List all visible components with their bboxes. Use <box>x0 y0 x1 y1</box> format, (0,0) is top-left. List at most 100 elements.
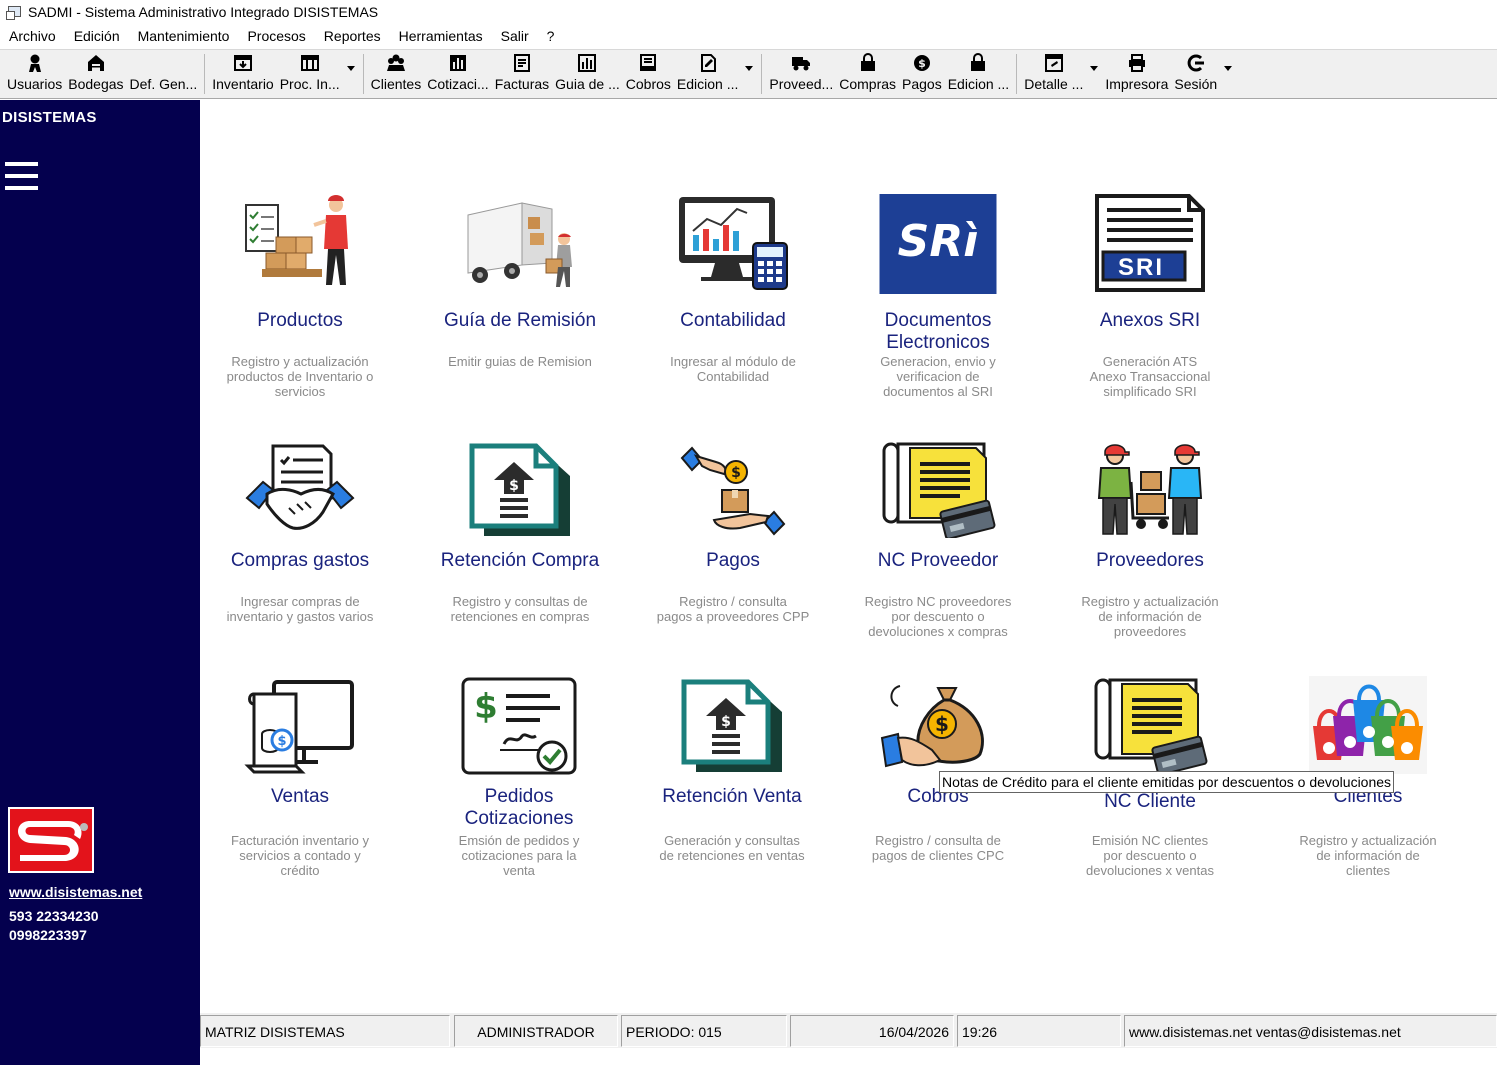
tile-title: Ventas <box>270 786 330 807</box>
tile-desc-line: venta <box>503 863 535 878</box>
tile-pagos[interactable]: $ Pagos Registro / consulta pagos a prov… <box>633 440 833 645</box>
status-fecha: 16/04/2026 <box>790 1015 954 1047</box>
tile-desc-line: Generación y consultas <box>664 833 800 848</box>
delivery-truck-icon <box>467 202 572 287</box>
status-periodo: PERIODO: 015 <box>621 1015 787 1047</box>
chevron-down-icon[interactable] <box>1086 50 1102 98</box>
tile-documentos-electronicos[interactable]: SRì Documentos Electronicos Generacion, … <box>838 190 1038 405</box>
clientes-button[interactable]: Clientes <box>368 50 425 98</box>
tile-contabilidad[interactable]: Contabilidad Ingresar al módulo de Conta… <box>633 190 833 405</box>
tile-title: Guía de Remisión <box>443 310 597 331</box>
tile-desc-line: Generacion, envio y <box>880 354 996 369</box>
cotizaciones-button[interactable]: Cotizaci... <box>424 50 491 98</box>
clients-icon <box>386 54 405 71</box>
edicion-compras-button[interactable]: Edicion ... <box>945 50 1012 98</box>
tile-title: NC Cliente <box>1104 791 1196 812</box>
guia-button[interactable]: Guia de ... <box>552 50 623 98</box>
usuarios-button[interactable]: Usuarios <box>4 50 65 98</box>
tile-title: Contabilidad <box>680 310 786 331</box>
logout-icon <box>1187 54 1204 72</box>
tile-title: Cotizaciones <box>464 808 574 829</box>
proveedores-button[interactable]: Proveed... <box>766 50 836 98</box>
shopping-bag-icon <box>860 53 875 71</box>
detalle-button[interactable]: Detalle ... <box>1021 50 1086 98</box>
tile-desc-line: Registro y actualización <box>231 354 369 369</box>
menu-mantenimiento[interactable]: Mantenimiento <box>129 24 239 48</box>
menu-herramientas[interactable]: Herramientas <box>390 24 492 48</box>
grid-icon <box>300 55 319 71</box>
menu-salir[interactable]: Salir <box>492 24 538 48</box>
tile-proveedores[interactable]: Proveedores Registro y actualización de … <box>1050 440 1250 645</box>
sri-logo-icon: SRì <box>879 194 997 294</box>
tile-desc-line: inventario y gastos varios <box>226 609 374 624</box>
inventory-icon <box>233 55 252 71</box>
menu-archivo[interactable]: Archivo <box>0 24 65 48</box>
tile-pedidos-cotizaciones[interactable]: $ Pedidos Cotizaciones Emsión de pedidos… <box>419 676 619 886</box>
tile-desc-line: Contabilidad <box>696 369 770 384</box>
app-icon <box>6 5 22 20</box>
tile-nc-proveedor[interactable]: NC Proveedor Registro NC proveedores por… <box>838 440 1038 645</box>
toolbar-separator <box>761 54 763 94</box>
impresora-button[interactable]: Impresora <box>1102 50 1171 98</box>
svg-text:$: $ <box>474 687 498 727</box>
tile-desc-line: servicios a contado y <box>239 848 361 863</box>
productos-icon <box>245 195 348 285</box>
toolbar-separator <box>1016 54 1018 94</box>
tile-desc-line: pagos de clientes CPC <box>871 848 1005 863</box>
tile-compras-gastos[interactable]: Compras gastos Ingresar compras de inven… <box>200 440 400 645</box>
cobros-button[interactable]: Cobros <box>623 50 674 98</box>
status-contacto: www.disistemas.net ventas@disistemas.net <box>1124 1015 1497 1047</box>
tile-desc-line: de información de <box>1316 848 1420 863</box>
chevron-down-icon[interactable] <box>741 50 757 98</box>
retention-document-icon: $ <box>681 679 782 772</box>
tile-guia-remision[interactable]: Guía de Remisión Emitir guias de Remisio… <box>420 190 620 405</box>
menu-procesos[interactable]: Procesos <box>238 24 314 48</box>
tile-desc-line: Ingresar compras de <box>240 594 360 609</box>
inventario-button[interactable]: Inventario <box>209 50 276 98</box>
edicion-ventas-button[interactable]: Edicion ... <box>674 50 741 98</box>
facturas-button[interactable]: Facturas <box>492 50 552 98</box>
bodegas-button[interactable]: Bodegas <box>65 50 126 98</box>
proc-in-button[interactable]: Proc. In... <box>277 50 343 98</box>
tile-retencion-compra[interactable]: $ Retención Compra Registro y consultas … <box>420 440 620 645</box>
tile-desc-line: Generación ATS <box>1102 354 1198 369</box>
tile-desc-line: de retenciones en ventas <box>659 848 805 863</box>
compras-button[interactable]: Compras <box>836 50 899 98</box>
sales-monitor-icon: $ <box>244 680 354 774</box>
shopping-bag-icon <box>971 53 986 71</box>
tile-ventas[interactable]: $ Ventas Facturación inventario y servic… <box>200 676 400 886</box>
menu-reportes[interactable]: Reportes <box>315 24 390 48</box>
menu-edicion[interactable]: Edición <box>65 24 129 48</box>
website-link[interactable]: www.disistemas.net <box>9 884 142 900</box>
chevron-down-icon[interactable] <box>1220 50 1236 98</box>
svg-text:$: $ <box>277 734 286 749</box>
tile-title: Documentos <box>884 310 992 331</box>
status-usuario: ADMINISTRADOR <box>454 1015 618 1047</box>
sesion-button[interactable]: Sesión <box>1171 50 1220 98</box>
toolbar-separator <box>204 54 206 94</box>
tile-productos[interactable]: Productos Registro y actualización produ… <box>200 190 400 405</box>
suppliers-icon <box>1097 444 1203 535</box>
menu-bar: Archivo Edición Mantenimiento Procesos R… <box>0 24 1497 48</box>
def-gen-button[interactable]: Def. Gen... <box>127 50 201 98</box>
tile-title: Pedidos <box>484 786 554 807</box>
svg-text:$: $ <box>935 712 949 736</box>
tile-title: Proveedores <box>1096 550 1204 571</box>
tile-retencion-venta[interactable]: $ Retención Venta Generación y consultas… <box>632 676 832 886</box>
status-empresa: MATRIZ DISISTEMAS <box>200 1015 450 1047</box>
printer-icon <box>1128 54 1145 72</box>
tile-desc-line: Registro y actualización <box>1299 833 1437 848</box>
tile-desc-line: documentos al SRI <box>883 384 993 399</box>
credit-note-icon <box>1094 678 1208 774</box>
sidebar: DISISTEMAS www.disistemas.net 593 223342… <box>0 100 200 1065</box>
hamburger-menu-icon[interactable] <box>5 160 38 192</box>
chevron-down-icon[interactable] <box>343 50 359 98</box>
toolbar: Usuarios Bodegas Def. Gen... Inventario … <box>0 49 1497 99</box>
tile-desc-line: Registro / consulta de <box>875 833 1001 848</box>
status-hora: 19:26 <box>957 1015 1121 1047</box>
payment-hands-icon: $ <box>680 446 786 536</box>
menu-help[interactable]: ? <box>538 24 564 48</box>
tile-anexos-sri[interactable]: SRI Anexos SRI Generación ATS Anexo Tran… <box>1050 190 1250 405</box>
pagos-button[interactable]: $ Pagos <box>899 50 945 98</box>
tile-desc-line: devoluciones x compras <box>868 624 1008 639</box>
